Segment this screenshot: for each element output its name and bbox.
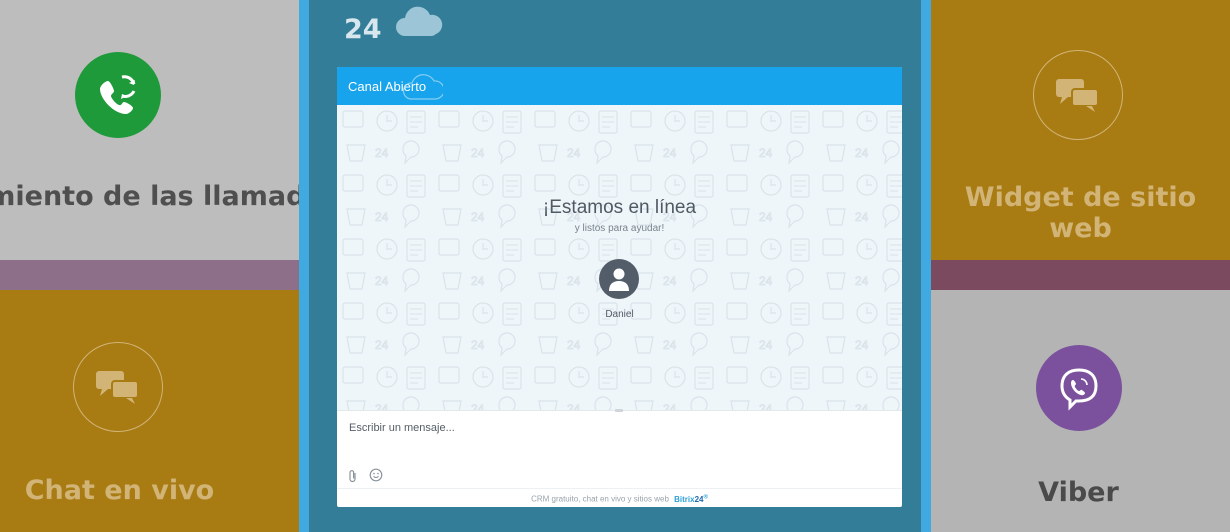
emoji-icon[interactable]: [369, 468, 383, 482]
resize-handle[interactable]: [615, 409, 623, 412]
live-chat-tile[interactable]: Chat en vivo: [0, 290, 299, 532]
operator-name: Daniel: [605, 309, 634, 320]
footer-brand-name: Bitrix: [674, 494, 695, 504]
cloud-icon: [403, 74, 443, 100]
online-title: ¡Estamos en línea: [542, 197, 697, 218]
chat-panel: 24 Canal Abierto 24: [309, 0, 921, 532]
panel-border-left: [299, 0, 309, 532]
call-tracking-title: imiento de las llamadas: [0, 181, 299, 212]
user-icon: [609, 268, 629, 291]
call-tracking-tile[interactable]: imiento de las llamadas: [0, 0, 299, 260]
background-pattern: 24: [337, 105, 902, 410]
footer-brand-number: 24: [694, 494, 704, 504]
brand-number: 24: [344, 14, 382, 45]
chat-area: 24 ¡Estamos en línea y listos para ayuda…: [337, 105, 902, 410]
phone-refresh-icon: [75, 52, 161, 138]
viber-title: Viber: [1038, 477, 1119, 508]
divider-band: [931, 260, 1230, 290]
paperclip-icon[interactable]: [347, 469, 359, 483]
chat-bubbles-icon: [1033, 50, 1123, 140]
live-chat-title: Chat en vivo: [24, 475, 215, 506]
divider-band: [0, 260, 299, 290]
chat-bubbles-icon: [73, 342, 163, 432]
footer-text: CRM gratuito, chat en vivo y sitios web: [531, 494, 669, 504]
website-widget-title: Widget de sitio web: [964, 182, 1197, 244]
message-input-area[interactable]: Escribir un mensaje...: [337, 409, 902, 488]
widget-header: Canal Abierto: [337, 67, 902, 105]
viber-icon: [1036, 345, 1122, 431]
viber-tile[interactable]: Viber: [931, 290, 1230, 532]
widget-footer: CRM gratuito, chat en vivo y sitios web …: [337, 488, 902, 507]
footer-brand-link[interactable]: Bitrix24®: [674, 494, 708, 504]
panel-border-right: [921, 0, 931, 532]
message-input[interactable]: Escribir un mensaje...: [349, 422, 455, 434]
operator-avatar: [599, 259, 639, 299]
chat-widget: Canal Abierto 24: [337, 67, 902, 507]
cloud-icon: [396, 6, 443, 36]
online-subtitle: y listos para ayudar!: [574, 223, 665, 234]
website-widget-tile[interactable]: Widget de sitio web: [931, 0, 1230, 260]
